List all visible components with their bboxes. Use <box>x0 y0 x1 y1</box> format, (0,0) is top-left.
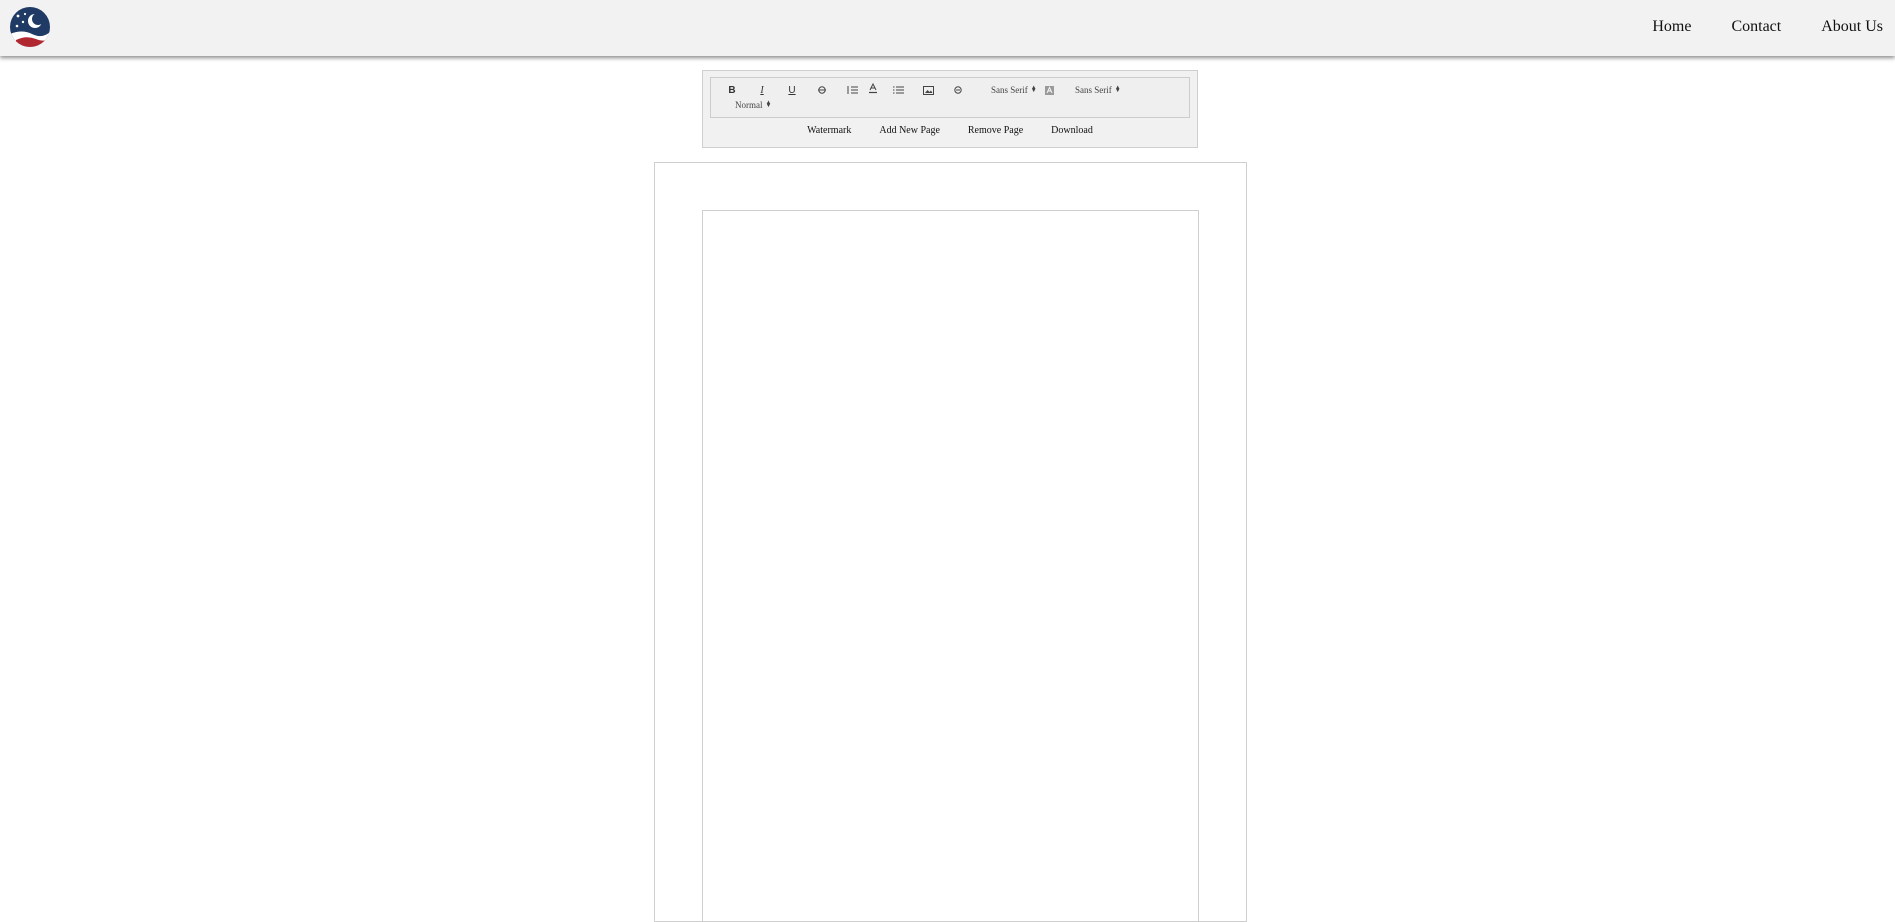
font-size-select[interactable]: Normal ▲ ▼ <box>735 98 771 112</box>
background-color-button[interactable] <box>1043 83 1055 97</box>
bold-icon: B <box>728 84 736 96</box>
remove-page-button[interactable]: Remove Page <box>954 125 1037 139</box>
insert-image-button[interactable] <box>921 83 935 97</box>
nav-links: Home Contact About Us <box>1632 0 1883 54</box>
italic-button[interactable]: I <box>755 83 769 97</box>
text-color-button[interactable] <box>867 81 879 95</box>
site-logo[interactable] <box>10 7 50 47</box>
top-navbar: Home Contact About Us <box>0 0 1895 56</box>
underline-button[interactable]: U <box>785 83 799 97</box>
font-size-select-value: Normal <box>735 100 763 110</box>
select-caret-icon: ▲ ▼ <box>1030 85 1037 94</box>
nav-link-about-us[interactable]: About Us <box>1801 18 1883 36</box>
bullet-list-icon <box>892 86 904 94</box>
add-new-page-button[interactable]: Add New Page <box>865 125 954 139</box>
strikethrough-icon <box>818 86 826 94</box>
link-icon <box>954 86 962 94</box>
italic-icon: I <box>760 84 764 96</box>
bullet-list-button[interactable] <box>891 83 905 97</box>
font-family-select-value: Sans Serif <box>991 85 1028 95</box>
page-actions: Watermark Add New Page Remove Page Downl… <box>703 125 1197 139</box>
nav-link-home[interactable]: Home <box>1632 18 1711 36</box>
document-editor-area[interactable] <box>702 210 1199 922</box>
font-family-select[interactable]: Sans Serif ▲ ▼ <box>991 83 1037 97</box>
select-caret-icon: ▲ ▼ <box>765 100 772 109</box>
formatting-toolbar: B I U Sans Serif ▲ ▼ Sans Serif ▲ ▼ Norm… <box>710 77 1190 118</box>
moon-stars-flag-logo-icon <box>10 7 50 47</box>
select-caret-icon: ▲ ▼ <box>1114 85 1121 94</box>
bold-button[interactable]: B <box>725 83 739 97</box>
ordered-list-button[interactable] <box>845 83 859 97</box>
underline-icon: U <box>788 84 796 96</box>
background-color-icon <box>1044 85 1054 95</box>
watermark-button[interactable]: Watermark <box>793 125 865 139</box>
editor-toolbar-panel: B I U Sans Serif ▲ ▼ Sans Serif ▲ ▼ Norm… <box>702 70 1198 148</box>
ordered-list-icon <box>847 86 858 94</box>
download-button[interactable]: Download <box>1037 125 1107 139</box>
image-icon <box>922 85 934 95</box>
insert-link-button[interactable] <box>951 83 965 97</box>
text-color-icon <box>869 82 877 93</box>
strikethrough-button[interactable] <box>815 83 829 97</box>
nav-link-contact[interactable]: Contact <box>1711 18 1801 36</box>
secondary-font-select-value: Sans Serif <box>1075 85 1112 95</box>
secondary-font-select[interactable]: Sans Serif ▲ ▼ <box>1075 83 1121 97</box>
